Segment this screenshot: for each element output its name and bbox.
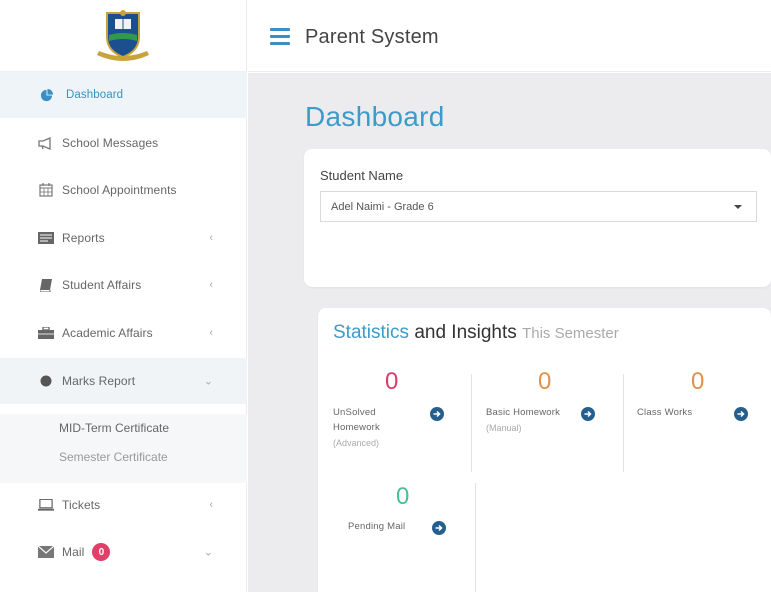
chevron-down-icon: ⌄ bbox=[203, 375, 213, 388]
stat-label: Basic Homework bbox=[486, 407, 561, 418]
divider bbox=[475, 483, 476, 592]
sidebar-item-dashboard[interactable]: Dashboard bbox=[0, 72, 247, 118]
stat-label: UnSolved bbox=[333, 407, 376, 418]
arrow-right-circle-icon[interactable] bbox=[430, 407, 444, 421]
circle-icon bbox=[38, 374, 54, 388]
chevron-left-icon: ‹ bbox=[209, 232, 213, 244]
stat-basic-homework: 0 Basic Homework (Manual) bbox=[471, 368, 621, 468]
report-icon bbox=[38, 231, 54, 245]
school-logo[interactable] bbox=[91, 7, 155, 65]
stat-value: 0 bbox=[385, 368, 399, 395]
megaphone-icon bbox=[38, 136, 54, 150]
sidebar-item-label: School Messages bbox=[62, 136, 159, 150]
statistics-title-part3: This Semester bbox=[522, 325, 619, 342]
sidebar-item-label: Academic Affairs bbox=[62, 326, 153, 340]
statistics-title-part1: Statistics bbox=[333, 322, 410, 343]
caret-down-icon bbox=[734, 205, 742, 209]
statistics-card: Statistics and Insights This Semester 0 … bbox=[318, 308, 771, 592]
sidebar-item-label: Student Affairs bbox=[62, 278, 142, 292]
sidebar-item-reports[interactable]: Reports ‹ bbox=[0, 215, 247, 261]
sidebar-item-mail[interactable]: Mail 0 ⌄ bbox=[0, 529, 247, 575]
pie-chart-icon bbox=[38, 88, 54, 102]
stat-value: 0 bbox=[396, 483, 410, 510]
chevron-left-icon: ‹ bbox=[209, 279, 213, 291]
top-header: Parent System bbox=[248, 0, 771, 72]
sidebar-item-student-affairs[interactable]: Student Affairs ‹ bbox=[0, 262, 247, 308]
arrow-right-circle-icon[interactable] bbox=[734, 407, 748, 421]
stat-label: Pending Mail bbox=[348, 521, 406, 532]
student-select-value: Adel Naimi - Grade 6 bbox=[331, 200, 434, 213]
student-select-card: Student Name Adel Naimi - Grade 6 bbox=[304, 149, 771, 287]
sidebar-item-label: Tickets bbox=[62, 498, 101, 512]
stat-sublabel: (Manual) bbox=[486, 423, 522, 433]
sidebar-item-label: School Appointments bbox=[62, 183, 177, 197]
statistics-title-part2: and Insights bbox=[414, 322, 517, 343]
sidebar-item-school-appointments[interactable]: School Appointments bbox=[0, 167, 247, 213]
marks-report-submenu: MID-Term Certificate Semester Certificat… bbox=[0, 414, 247, 483]
stat-class-works: 0 Class Works bbox=[623, 368, 771, 468]
envelope-icon bbox=[38, 545, 54, 559]
book-icon bbox=[38, 278, 54, 292]
sidebar-item-academic-affairs[interactable]: Academic Affairs ‹ bbox=[0, 310, 247, 356]
stat-value: 0 bbox=[691, 368, 705, 395]
sidebar-item-label: Mail bbox=[62, 545, 85, 559]
arrow-right-circle-icon[interactable] bbox=[581, 407, 595, 421]
chevron-left-icon: ‹ bbox=[209, 327, 213, 339]
statistics-title: Statistics and Insights This Semester bbox=[333, 322, 619, 344]
arrow-right-circle-icon[interactable] bbox=[432, 521, 446, 535]
briefcase-icon bbox=[38, 326, 54, 340]
stat-value: 0 bbox=[538, 368, 552, 395]
app-title: Parent System bbox=[305, 26, 439, 48]
sidebar-item-tickets[interactable]: Tickets ‹ bbox=[0, 482, 247, 528]
sidebar-item-school-messages[interactable]: School Messages bbox=[0, 120, 247, 166]
mail-count-badge: 0 bbox=[92, 543, 111, 561]
school-logo-area bbox=[0, 0, 246, 72]
stat-label-line2: Homework bbox=[333, 422, 380, 433]
stat-label: Class Works bbox=[637, 407, 693, 418]
sidebar-item-label: Reports bbox=[62, 231, 105, 245]
main-content: Dashboard Student Name Adel Naimi - Grad… bbox=[248, 73, 771, 592]
stat-sublabel: (Advanced) bbox=[333, 438, 380, 448]
sidebar: Dashboard School Messages School Appoint… bbox=[0, 0, 247, 592]
stat-unsolved-homework: 0 UnSolved Homework (Advanced) bbox=[318, 368, 468, 468]
student-select[interactable]: Adel Naimi - Grade 6 bbox=[320, 191, 757, 222]
stat-pending-mail: 0 Pending Mail bbox=[318, 483, 468, 583]
student-name-label: Student Name bbox=[320, 168, 404, 183]
submenu-item-midterm-certificate[interactable]: MID-Term Certificate bbox=[59, 421, 169, 435]
laptop-icon bbox=[38, 498, 54, 512]
sidebar-item-label: Dashboard bbox=[66, 89, 124, 101]
menu-toggle-icon[interactable] bbox=[270, 28, 290, 45]
submenu-item-semester-certificate[interactable]: Semester Certificate bbox=[59, 450, 168, 464]
page-title: Dashboard bbox=[305, 101, 445, 132]
sidebar-item-label: Marks Report bbox=[62, 374, 136, 388]
calendar-icon bbox=[38, 183, 54, 197]
chevron-left-icon: ‹ bbox=[209, 499, 213, 511]
sidebar-item-marks-report[interactable]: Marks Report ⌄ bbox=[0, 358, 247, 404]
chevron-down-icon: ⌄ bbox=[203, 546, 213, 559]
